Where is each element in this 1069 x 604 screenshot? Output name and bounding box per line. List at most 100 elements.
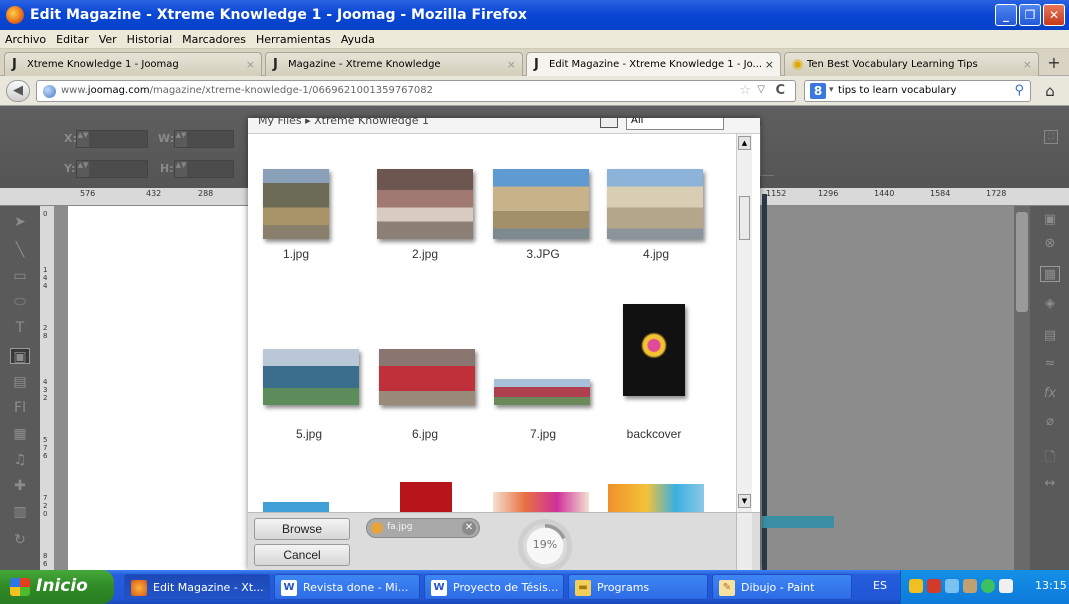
- grid-icon[interactable]: ▦: [1040, 266, 1060, 282]
- ellipse-tool-icon[interactable]: ⬭: [10, 294, 30, 310]
- document-icon[interactable]: 🗋: [1040, 450, 1060, 466]
- function-icon[interactable]: fx: [1040, 386, 1060, 402]
- image-thumbnail[interactable]: [379, 349, 475, 405]
- spinner-icon[interactable]: ▲▼: [77, 131, 89, 147]
- bookmark-star-icon[interactable]: ☆: [739, 83, 751, 98]
- new-tab-button[interactable]: +: [1042, 52, 1066, 74]
- w-input[interactable]: ▲▼: [174, 130, 234, 148]
- magazine-page[interactable]: [68, 206, 248, 570]
- image-thumbnail[interactable]: [494, 379, 590, 405]
- scroll-thumb[interactable]: [739, 196, 750, 240]
- menu-ver[interactable]: Ver: [94, 30, 122, 46]
- scroll-down-icon[interactable]: ▼: [738, 494, 751, 508]
- flash-tool-icon[interactable]: Fl: [10, 400, 30, 416]
- fit-page-icon[interactable]: ⛶: [1044, 130, 1058, 144]
- close-tab-icon[interactable]: ×: [765, 58, 774, 71]
- search-icon[interactable]: ⚲: [1014, 83, 1024, 98]
- search-engine-icon[interactable]: 8: [810, 83, 826, 99]
- resize-icon[interactable]: ↔: [1040, 476, 1060, 492]
- scroll-up-icon[interactable]: ▲: [738, 136, 751, 150]
- file-thumbnail-partial[interactable]: [263, 502, 329, 512]
- network-icon[interactable]: [945, 579, 959, 593]
- tab-vocabulary-tips[interactable]: ◉ Ten Best Vocabulary Learning Tips ×: [784, 52, 1039, 76]
- breadcrumb[interactable]: My Files ▸ Xtreme Knowledge 1: [258, 118, 429, 127]
- h-input[interactable]: ▲▼: [174, 160, 234, 178]
- url-bar[interactable]: www.joomag.com/magazine/xtreme-knowledge…: [36, 80, 796, 102]
- image-thumbnail[interactable]: [263, 349, 359, 405]
- task-firefox[interactable]: Edit Magazine - Xt...: [124, 574, 270, 600]
- cancel-button[interactable]: Cancel: [254, 544, 350, 566]
- close-tab-icon[interactable]: ×: [1023, 58, 1032, 71]
- select-tool-icon[interactable]: ➤: [10, 214, 30, 230]
- language-indicator[interactable]: ES: [873, 579, 887, 592]
- spinner-icon[interactable]: ▲▼: [175, 161, 187, 177]
- task-paint[interactable]: ✎ Dibujo - Paint: [712, 574, 852, 600]
- back-button[interactable]: ◀: [6, 80, 30, 102]
- folder-view-icon[interactable]: [600, 118, 618, 128]
- image-tool-icon[interactable]: ▣: [10, 348, 30, 365]
- tab-xtreme-knowledge[interactable]: J Xtreme Knowledge 1 - Joomag ×: [4, 52, 262, 76]
- calendar-icon[interactable]: [999, 579, 1013, 593]
- home-icon[interactable]: ⌂: [1038, 80, 1062, 102]
- search-input[interactable]: tips to learn vocabulary: [838, 85, 956, 96]
- history-dropdown-icon[interactable]: ▽: [757, 84, 765, 95]
- menu-archivo[interactable]: Archivo: [0, 30, 51, 46]
- update-icon[interactable]: [981, 579, 995, 593]
- wrap-icon[interactable]: ≈: [1040, 356, 1060, 372]
- rectangle-tool-icon[interactable]: ▭: [10, 268, 30, 284]
- text-tool-icon[interactable]: T: [10, 320, 30, 336]
- delete-icon[interactable]: ⊗: [1040, 236, 1060, 252]
- spinner-icon[interactable]: ▲▼: [175, 131, 187, 147]
- spinner-icon[interactable]: ▲▼: [77, 161, 89, 177]
- page-icon[interactable]: ▣: [1040, 212, 1060, 228]
- audio-tool-icon[interactable]: ♫: [10, 452, 30, 468]
- task-word-proyecto[interactable]: W Proyecto de Tésis...: [424, 574, 564, 600]
- table-tool-icon[interactable]: ▥: [10, 504, 30, 520]
- image-thumbnail[interactable]: [493, 169, 589, 239]
- x-input[interactable]: ▲▼: [76, 130, 148, 148]
- file-thumbnail-partial[interactable]: [608, 484, 704, 512]
- rotate-tool-icon[interactable]: ↻: [10, 532, 30, 548]
- chevron-down-icon[interactable]: ▾: [829, 85, 834, 95]
- tab-magazine[interactable]: J Magazine - Xtreme Knowledge ×: [265, 52, 523, 76]
- filter-select[interactable]: All: [626, 118, 724, 130]
- y-input[interactable]: ▲▼: [76, 160, 148, 178]
- menu-editar[interactable]: Editar: [51, 30, 94, 46]
- task-programs-folder[interactable]: ▬ Programs: [568, 574, 708, 600]
- remove-file-icon[interactable]: ✕: [462, 521, 476, 535]
- tray-app-icon[interactable]: [927, 579, 941, 593]
- start-button[interactable]: Inicio: [0, 570, 114, 604]
- maximize-button[interactable]: ❐: [1019, 4, 1041, 26]
- table-icon[interactable]: ▤: [1040, 328, 1060, 344]
- image-thumbnail[interactable]: [263, 169, 329, 239]
- search-box[interactable]: 8 ▾ tips to learn vocabulary ⚲: [804, 80, 1031, 102]
- minimize-button[interactable]: _: [995, 4, 1017, 26]
- browse-button[interactable]: Browse: [254, 518, 350, 540]
- menu-ayuda[interactable]: Ayuda: [336, 30, 380, 46]
- menu-marcadores[interactable]: Marcadores: [177, 30, 251, 46]
- link-icon[interactable]: ⌀: [1040, 414, 1060, 430]
- line-tool-icon[interactable]: ╲: [10, 242, 30, 258]
- slideshow-tool-icon[interactable]: ✚: [10, 478, 30, 494]
- canvas-scrollbar[interactable]: [1014, 206, 1030, 570]
- video-tool-icon[interactable]: ▤: [10, 374, 30, 390]
- html-tool-icon[interactable]: ▦: [10, 426, 30, 442]
- file-grid-scrollbar[interactable]: ▲ ▼: [736, 134, 752, 512]
- security-shield-icon[interactable]: [909, 579, 923, 593]
- file-thumbnail-partial[interactable]: [493, 492, 589, 512]
- close-tab-icon[interactable]: ×: [246, 58, 255, 71]
- task-word-revista[interactable]: W Revista done - Mi...: [274, 574, 420, 600]
- image-thumbnail[interactable]: [607, 169, 703, 239]
- file-thumbnail-partial[interactable]: [400, 482, 452, 512]
- volume-icon[interactable]: [963, 579, 977, 593]
- scroll-thumb[interactable]: [1016, 212, 1028, 312]
- reload-icon[interactable]: C: [775, 83, 785, 98]
- image-thumbnail[interactable]: [623, 304, 685, 396]
- menu-herramientas[interactable]: Herramientas: [251, 30, 336, 46]
- layers-icon[interactable]: ◈: [1040, 296, 1060, 312]
- image-thumbnail[interactable]: [377, 169, 473, 239]
- menu-historial[interactable]: Historial: [122, 30, 177, 46]
- close-window-button[interactable]: ✕: [1043, 4, 1065, 26]
- tab-edit-magazine[interactable]: J Edit Magazine - Xtreme Knowledge 1 - J…: [526, 52, 781, 77]
- close-tab-icon[interactable]: ×: [507, 58, 516, 71]
